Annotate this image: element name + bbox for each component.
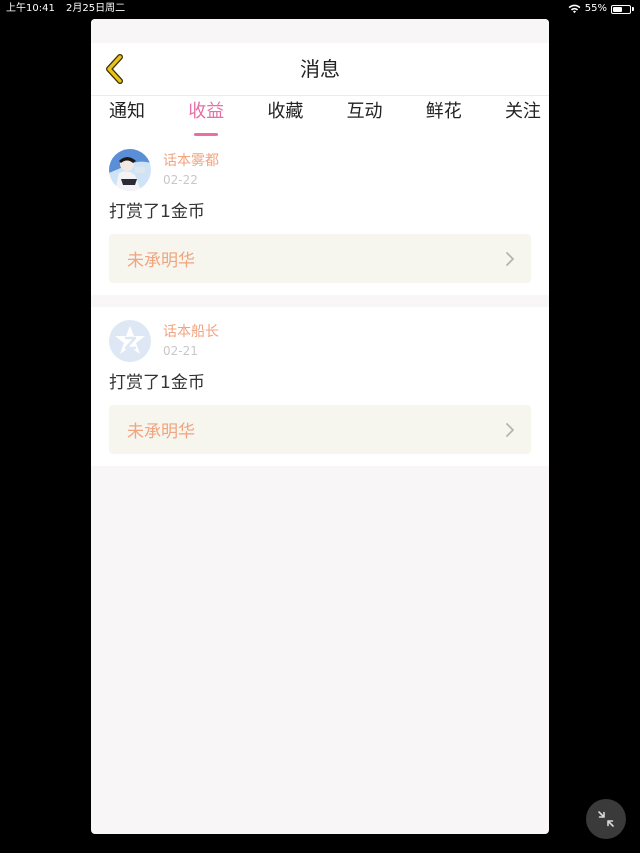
status-right: 55%	[568, 0, 634, 18]
message-date: 02-21	[163, 344, 198, 358]
tab-label: 收益	[188, 101, 225, 122]
chevron-right-icon	[506, 251, 514, 266]
message-text: 打赏了1金币	[109, 373, 205, 393]
status-left: 上午10:41 2月25日周二	[6, 0, 133, 18]
header: 消息	[91, 43, 549, 96]
status-date: 2月25日周二	[66, 3, 126, 14]
tab-interactions[interactable]: 互动	[347, 96, 383, 136]
message-header: 话本雾都 02-22	[109, 148, 531, 192]
tab-favorites[interactable]: 收藏	[267, 96, 303, 136]
modal-top-strip	[91, 19, 549, 43]
collapse-arrows-icon	[598, 811, 614, 827]
tab-label: 鲜花	[425, 101, 462, 122]
user-photo-avatar[interactable]	[109, 149, 151, 191]
tab-earnings[interactable]: 收益	[188, 96, 224, 136]
battery-percent: 55%	[584, 3, 607, 14]
tab-label: 通知	[109, 101, 145, 122]
avatar-photo-icon	[109, 149, 151, 191]
username[interactable]: 话本雾都	[163, 152, 219, 170]
status-bar: 上午10:41 2月25日周二 55%	[0, 0, 640, 18]
message-meta: 话本雾都 02-22	[163, 152, 219, 188]
star-avatar-icon	[109, 320, 151, 362]
username[interactable]: 话本船长	[163, 323, 219, 341]
message-card: 话本船长 02-21 打赏了1金币 未承明华	[91, 307, 549, 466]
battery-icon	[611, 4, 631, 14]
tab-label: 互动	[346, 101, 383, 122]
tab-follows[interactable]: 关注	[505, 96, 541, 136]
active-tab-indicator	[194, 133, 219, 136]
message-meta: 话本船长 02-21	[163, 323, 219, 359]
message-header: 话本船长 02-21	[109, 319, 531, 363]
tab-label: 关注	[504, 101, 541, 122]
wifi-icon	[568, 4, 581, 14]
message-date: 02-22	[163, 173, 198, 187]
page-title: 消息	[300, 57, 340, 81]
message-text: 打赏了1金币	[109, 202, 205, 222]
work-title: 未承明华	[127, 422, 195, 442]
tab-label: 收藏	[267, 101, 304, 122]
work-title: 未承明华	[127, 251, 195, 271]
work-link[interactable]: 未承明华	[109, 234, 531, 283]
tab-bar: 通知 收益 收藏 互动 鲜花 关注	[91, 96, 549, 136]
battery-cap	[632, 7, 634, 11]
status-time: 上午10:41	[6, 3, 55, 14]
work-link[interactable]: 未承明华	[109, 405, 531, 454]
default-star-avatar[interactable]	[109, 320, 151, 362]
message-card: 话本雾都 02-22 打赏了1金币 未承明华	[91, 136, 549, 295]
tab-notifications[interactable]: 通知	[109, 96, 145, 136]
minimize-window-button[interactable]	[586, 799, 626, 839]
messages-modal: 消息 通知 收益 收藏 互动 鲜花 关注 话本雾都 02-22 打赏了1金币 未…	[91, 19, 549, 834]
tab-flowers[interactable]: 鲜花	[426, 96, 462, 136]
chevron-right-icon	[506, 422, 514, 437]
battery-fill	[613, 6, 622, 12]
